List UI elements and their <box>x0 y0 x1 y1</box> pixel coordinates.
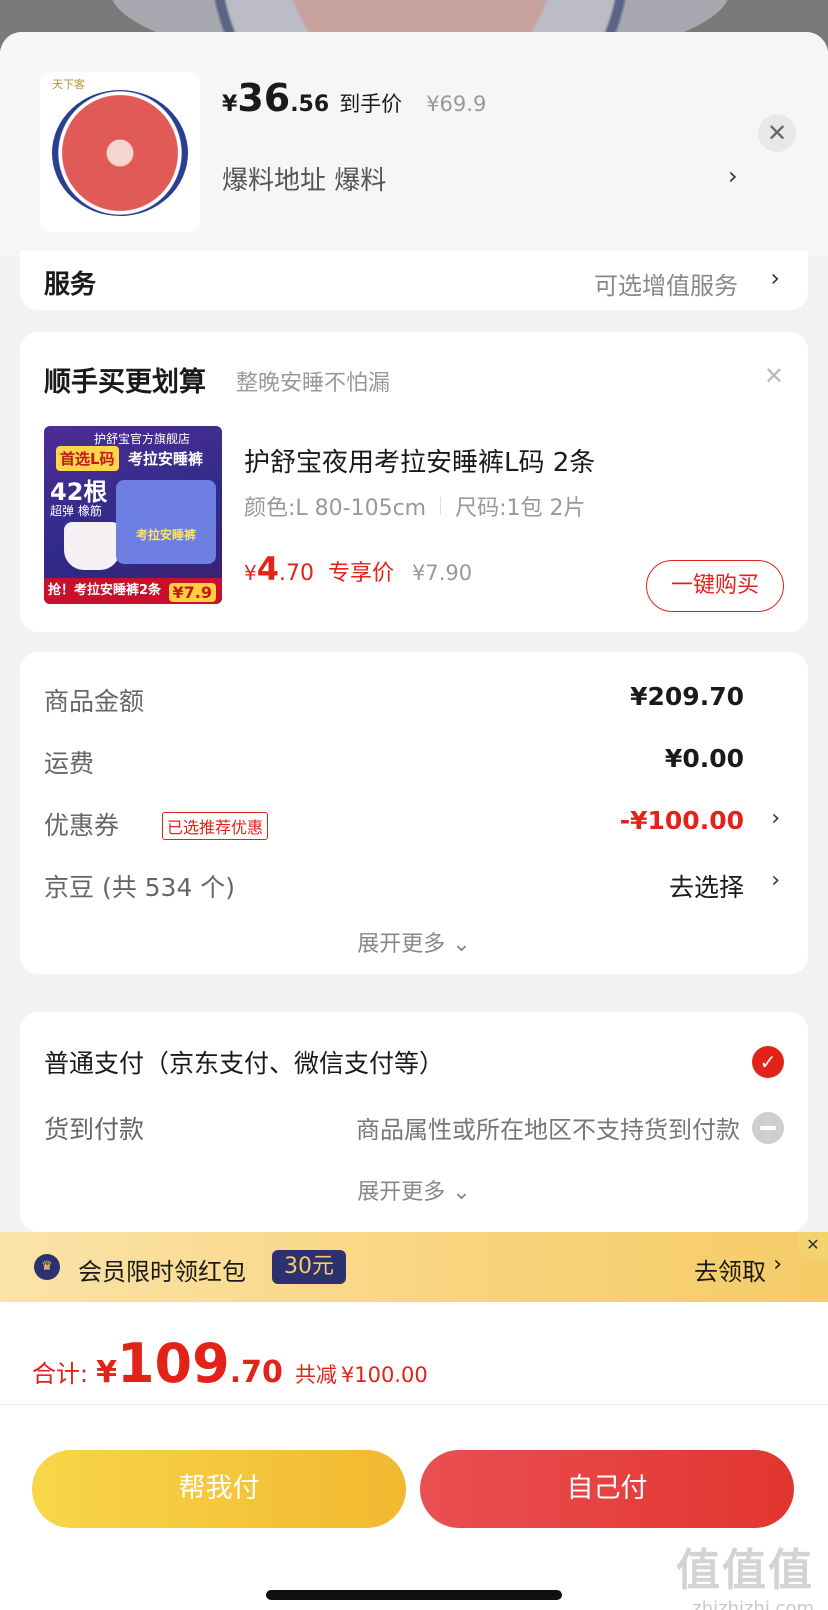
disabled-icon <box>752 1112 784 1144</box>
product-thumbnail[interactable]: 天下客 <box>40 72 200 232</box>
coupon-value: -¥100.00 <box>619 806 744 835</box>
shipping-label: 运费 <box>44 749 95 778</box>
chevron-right-icon: › <box>773 1252 782 1277</box>
total-dec: .70 <box>229 1355 283 1390</box>
total-price: 合计: ¥ 109 .70 共减 ¥100.00 <box>32 1332 428 1395</box>
divider <box>0 1404 828 1405</box>
img-store-text: 护舒宝官方旗舰店 <box>94 432 191 446</box>
product-header: 天下客 ¥ 36 .56 到手价 ¥69.9 爆料地址 爆料 › ✕ <box>0 32 828 256</box>
total-int: 109 <box>116 1332 230 1395</box>
banner-amount: 30元 <box>272 1250 346 1284</box>
chevron-right-icon[interactable]: › <box>728 162 738 190</box>
chevron-right-icon: › <box>770 264 780 292</box>
spec-color: 颜色:L 80-105cm <box>244 496 427 521</box>
img-package-text: 考拉安睡裤 <box>135 528 196 542</box>
member-crown-icon: ♛ <box>34 1254 60 1280</box>
close-icon[interactable]: ✕ <box>798 1232 828 1260</box>
expand-more-label: 展开更多 <box>357 1180 446 1205</box>
total-label: 合计: <box>32 1360 89 1388</box>
upsell-price-dec: .70 <box>279 561 314 586</box>
upsell-title: 顺手买更划算 <box>44 367 206 398</box>
order-summary: 商品金额 ¥209.70 运费 ¥0.00 优惠券 已选推荐优惠 -¥100.0… <box>20 652 808 974</box>
service-label: 服务 <box>44 270 97 300</box>
expand-more-label: 展开更多 <box>357 932 446 957</box>
goods-amount-value: ¥209.70 <box>630 682 744 711</box>
member-red-packet-banner[interactable]: ♛ 会员限时领红包 30元 去领取 › ✕ <box>0 1232 828 1302</box>
expand-more-button[interactable]: 展开更多 ⌄ <box>20 926 808 958</box>
img-package-shape <box>116 480 216 564</box>
original-price: ¥69.9 <box>426 92 487 116</box>
service-row[interactable]: 服务 可选增值服务 › <box>20 250 808 310</box>
one-click-buy-button[interactable]: 一键购买 <box>646 560 784 612</box>
reduction-amount: ¥100.00 <box>340 1363 428 1387</box>
chevron-right-icon: › <box>771 806 780 831</box>
payment-methods: 普通支付（京东支付、微信支付等） ✓ 货到付款 商品属性或所在地区不支持货到付款… <box>20 1012 808 1232</box>
close-icon[interactable]: ✕ <box>764 362 784 390</box>
meat-platter-image <box>52 90 188 216</box>
jd-bean-label: 京豆 (共 534 个) <box>44 873 236 902</box>
coupon-row[interactable]: 优惠券 已选推荐优惠 -¥100.00 › <box>44 802 784 842</box>
shipping-row: 运费 ¥0.00 <box>44 740 784 780</box>
img-badge-title: 考拉安睡裤 <box>128 450 204 468</box>
img-pants-shape <box>64 522 120 570</box>
goods-amount-label: 商品金额 <box>44 687 145 716</box>
upsell-subtitle: 整晚安睡不怕漏 <box>236 371 391 396</box>
shipping-value: ¥0.00 <box>664 744 744 773</box>
spec-size: 尺码:1包 2片 <box>455 496 586 521</box>
total-yen: ¥ <box>96 1355 117 1390</box>
help-me-pay-button[interactable]: 帮我付 <box>32 1450 406 1528</box>
price-int: 36 <box>237 76 291 120</box>
price-tag: 到手价 <box>339 92 403 116</box>
upsell-card: 顺手买更划算 整晚安睡不怕漏 ✕ 护舒宝官方旗舰店 首选L码 考拉安睡裤 42根… <box>20 332 808 632</box>
banner-text: 会员限时领红包 <box>78 1258 246 1286</box>
img-feature: 超弹 橡筋 <box>50 504 102 518</box>
header-price: ¥ 36 .56 到手价 ¥69.9 <box>222 76 486 126</box>
chevron-down-icon: ⌄ <box>452 932 471 957</box>
coupon-tag: 已选推荐优惠 <box>162 812 269 840</box>
checkmark-icon[interactable]: ✓ <box>752 1046 784 1078</box>
normal-payment-option[interactable]: 普通支付（京东支付、微信支付等） <box>44 1044 444 1080</box>
upsell-price-tag: 专享价 <box>328 561 395 586</box>
upsell-original-price: ¥7.90 <box>412 561 473 585</box>
banner-action[interactable]: 去领取 <box>694 1252 766 1287</box>
expand-more-button[interactable]: 展开更多 ⌄ <box>20 1174 808 1206</box>
goods-amount-row: 商品金额 ¥209.70 <box>44 678 784 718</box>
watermark-logo: 值值值 <box>676 1545 814 1596</box>
cod-note: 商品属性或所在地区不支持货到付款 <box>356 1116 740 1144</box>
thumb-brand: 天下客 <box>52 78 85 91</box>
jd-bean-row[interactable]: 京豆 (共 534 个) 去选择 › <box>44 864 784 904</box>
price-yen: ¥ <box>222 92 238 117</box>
pay-myself-button[interactable]: 自己付 <box>420 1450 794 1528</box>
cod-option: 货到付款 <box>44 1115 145 1144</box>
jd-bean-value: 去选择 <box>668 873 744 902</box>
chevron-down-icon: ⌄ <box>452 1180 471 1205</box>
coupon-label: 优惠券 <box>44 811 120 840</box>
upsell-product-image[interactable]: 护舒宝官方旗舰店 首选L码 考拉安睡裤 42根 超弹 橡筋 考拉安睡裤 抢！考拉… <box>44 426 222 604</box>
spec-divider <box>440 497 442 515</box>
address-link[interactable]: 爆料地址 爆料 <box>222 160 386 197</box>
img-price: ¥7.9 <box>168 583 216 602</box>
home-indicator[interactable] <box>266 1590 562 1600</box>
checkout-footer: 合计: ¥ 109 .70 共减 ¥100.00 帮我付 自己付 值值值 zhi… <box>0 1302 828 1610</box>
upsell-spec: 颜色:L 80-105cm 尺码:1包 2片 <box>244 490 586 522</box>
close-button[interactable]: ✕ <box>758 114 796 152</box>
upsell-price-yen: ¥ <box>244 561 257 585</box>
service-value: 可选增值服务 <box>594 272 738 300</box>
close-icon: ✕ <box>766 119 788 147</box>
upsell-price-int: 4 <box>256 550 279 588</box>
chevron-right-icon: › <box>771 868 780 893</box>
upsell-price: ¥ 4 .70 专享价 ¥7.90 <box>244 550 472 588</box>
img-badge: 首选L码 <box>56 446 119 471</box>
price-dec: .56 <box>290 92 330 117</box>
reduction-label: 共减 <box>294 1363 337 1387</box>
watermark-url: zhizhizhi.com <box>692 1598 814 1610</box>
upsell-product-name[interactable]: 护舒宝夜用考拉安睡裤L码 2条 <box>244 442 595 479</box>
watermark: 值值值 zhizhizhi.com <box>676 1534 814 1610</box>
